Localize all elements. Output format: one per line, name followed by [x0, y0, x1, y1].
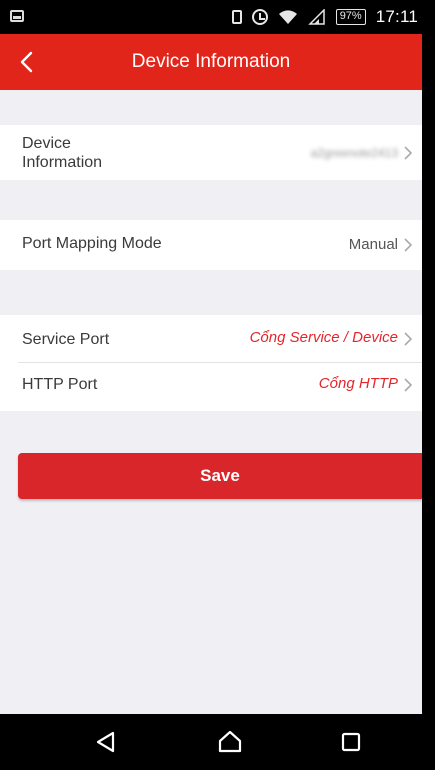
port-mapping-mode-value: Manual	[348, 236, 398, 253]
status-bar: 97% 17:11	[0, 0, 422, 34]
chevron-right-icon	[404, 146, 413, 160]
save-button[interactable]: Save	[18, 453, 422, 499]
port-mapping-mode-row[interactable]: Port Mapping Mode Manual	[0, 220, 422, 270]
chevron-right-icon	[404, 332, 413, 346]
alarm-icon	[251, 9, 268, 25]
nav-back-button[interactable]	[92, 728, 120, 756]
label-line-2: Information	[22, 154, 103, 171]
system-nav-bar	[0, 714, 422, 770]
http-port-label: HTTP Port	[22, 376, 98, 393]
back-triangle-icon	[96, 731, 115, 753]
home-icon	[218, 730, 242, 753]
page-title: Device Information	[131, 51, 291, 72]
service-port-row[interactable]: Service Port Cổng Service / Device	[0, 315, 422, 363]
nav-recents-button[interactable]	[337, 728, 365, 756]
app-screen: 97% 17:11 Device Information Device Info…	[0, 0, 422, 770]
device-information-row[interactable]: Device Information a2greenote2413	[0, 125, 422, 180]
signal-icon	[307, 9, 326, 25]
http-port-value: Cổng HTTP	[318, 375, 398, 392]
port-mapping-mode-label: Port Mapping Mode	[22, 235, 162, 252]
status-icons: 97% 17:11	[231, 6, 418, 28]
chevron-right-icon	[404, 378, 413, 392]
app-header: Device Information	[0, 34, 422, 90]
recents-square-icon	[341, 732, 361, 752]
nav-home-button[interactable]	[216, 728, 244, 756]
clock: 17:11	[375, 7, 418, 26]
back-button[interactable]	[14, 48, 42, 76]
battery-indicator: 97%	[335, 9, 366, 25]
chevron-left-icon	[20, 51, 33, 73]
service-port-value: Cổng Service / Device	[249, 329, 398, 346]
wifi-icon	[278, 9, 298, 25]
service-port-label: Service Port	[22, 331, 110, 348]
device-information-label: Device Information	[22, 134, 102, 172]
notification-icon	[10, 10, 24, 22]
vibrate-icon	[231, 10, 242, 24]
label-line-1: Device	[22, 135, 71, 152]
chevron-right-icon	[404, 238, 413, 252]
http-port-row[interactable]: HTTP Port Cổng HTTP	[0, 363, 422, 411]
device-name-value: a2greenote2413	[310, 146, 398, 160]
